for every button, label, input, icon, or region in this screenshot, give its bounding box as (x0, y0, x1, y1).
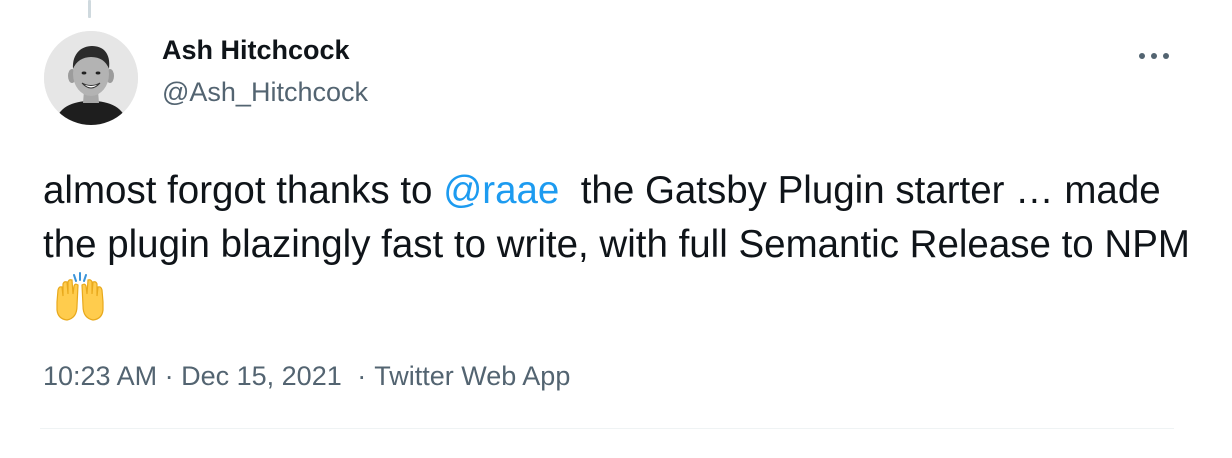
more-horizontal-icon (1139, 53, 1169, 59)
tweet-text: almost forgot thanks to @raae the Gatsby… (43, 164, 1193, 339)
tweet-timestamp-link[interactable]: 10:23 AM · Dec 15, 2021 (43, 361, 342, 391)
tweet-source-link[interactable]: Twitter Web App (374, 361, 570, 391)
tweet-text-part-1: almost forgot thanks to (43, 169, 433, 212)
tweet-time: 10:23 AM (43, 361, 158, 391)
user-avatar-icon (44, 31, 138, 125)
more-options-button[interactable] (1130, 36, 1178, 76)
mention-link[interactable]: @raae (443, 169, 559, 212)
divider (40, 428, 1174, 429)
author-display-name[interactable]: Ash Hitchcock (162, 35, 350, 66)
author-handle[interactable]: @Ash_Hitchcock (162, 77, 368, 108)
avatar[interactable] (44, 31, 138, 125)
thread-connector-line (88, 0, 91, 18)
raising-hands-emoji-icon (53, 272, 107, 339)
tweet-metadata: 10:23 AM · Dec 15, 2021 · Twitter Web App (43, 361, 570, 392)
tweet-date: Dec 15, 2021 (181, 361, 342, 391)
meta-separator: · (164, 361, 174, 391)
meta-separator: · (357, 361, 367, 391)
